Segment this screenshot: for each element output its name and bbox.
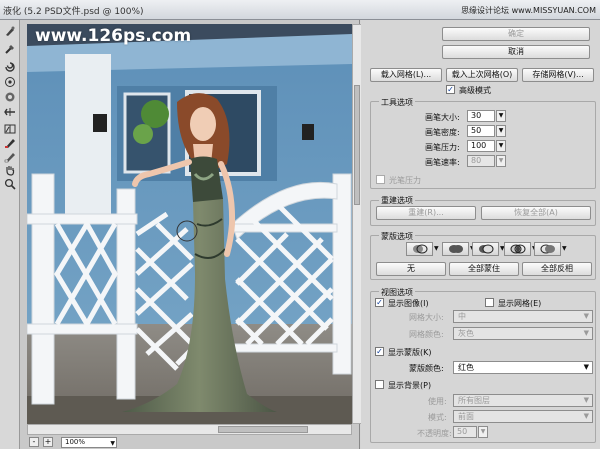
show-mesh-label: 显示网格(E) [498,299,542,308]
brush-density-label: 画笔密度: [425,128,460,137]
stylus-pressure-label: 光笔压力 [389,176,421,185]
brush-rate-dropdown[interactable]: ▼ [496,155,506,167]
brush-pressure-input[interactable]: 100 [467,140,495,152]
chevron-down-icon: ▼ [583,412,589,420]
mask-color-value: 红色 [458,363,474,372]
zoom-in-button[interactable]: + [43,437,53,447]
vertical-scroll-thumb[interactable] [354,85,360,205]
chevron-down-icon: ▼ [110,440,115,447]
show-backdrop-label: 显示背景(P) [388,381,432,390]
chevron-down-icon: ▼ [434,245,439,252]
zoom-level-select[interactable]: 100% ▼ [61,437,117,448]
mask-subtract-icon[interactable] [472,242,499,256]
show-image-label: 显示图像(I) [388,299,429,308]
save-mesh-button[interactable]: 存储网格(V)... [522,68,594,82]
chevron-down-icon: ▼ [562,245,567,252]
photo-watermark: www.126ps.com [35,26,192,46]
status-bar: - + 100% ▼ [27,437,362,449]
chevron-down-icon: ▼ [583,363,589,371]
brush-rate-input[interactable]: 80 [467,155,495,167]
show-mask-label: 显示蒙版(K) [388,348,432,357]
cancel-button[interactable]: 取消 [442,45,590,59]
mask-replace-icon[interactable] [406,242,433,256]
mask-color-label: 蒙版颜色: [409,364,444,373]
preview-image[interactable]: www.126ps.com [27,24,352,424]
mask-color-select[interactable]: 红色 ▼ [453,361,593,374]
advanced-mode-checkbox[interactable]: ✓ [446,85,455,94]
mesh-size-value: 中 [458,312,466,321]
show-mesh-checkbox[interactable] [485,298,494,307]
mesh-color-select[interactable]: 灰色 ▼ [453,327,593,340]
thaw-mask-icon[interactable] [3,150,17,164]
mask-none-button[interactable]: 无 [376,262,446,276]
hand-icon[interactable] [3,163,17,177]
mask-intersect-icon[interactable] [504,242,531,256]
brush-size-label: 画笔大小: [425,113,460,122]
brush-pressure-dropdown[interactable]: ▼ [496,140,506,152]
brush-density-dropdown[interactable]: ▼ [496,125,506,137]
chevron-down-icon: ▼ [583,312,589,320]
brush-rate-label: 画笔速率: [425,158,460,167]
options-panel: 确定 取消 载入网格(L)... 载入上次网格(O) 存储网格(V)... ✓ … [361,20,600,449]
mesh-color-label: 网格颜色: [409,330,444,339]
stylus-pressure-checkbox[interactable] [376,175,385,184]
mode-select[interactable]: 前面 ▼ [453,410,593,423]
warp-icon[interactable] [3,24,17,38]
window-titlebar: 液化 (5.2 PSD文件.psd @ 100%) 思缘设计论坛 www.MIS… [0,0,600,20]
tool-options-title: 工具选项 [379,97,415,108]
bloat-icon[interactable] [3,90,17,104]
mesh-color-value: 灰色 [458,329,474,338]
mask-invert-icon[interactable] [534,242,561,256]
freeze-mask-icon[interactable] [3,136,17,150]
horizontal-scroll-thumb[interactable] [218,426,308,433]
ok-button[interactable]: 确定 [442,27,590,41]
restore-all-button[interactable]: 恢复全部(A) [481,206,591,220]
opacity-label: 不透明度: [417,429,452,438]
mirror-icon[interactable] [3,122,17,136]
show-mask-checkbox[interactable]: ✓ [375,347,384,356]
advanced-mode-label: 高级模式 [459,86,491,95]
push-left-icon[interactable] [3,105,17,119]
brush-pressure-label: 画笔压力: [425,143,460,152]
window-title: 液化 (5.2 PSD文件.psd @ 100%) [3,7,144,17]
tool-bar [0,20,20,449]
zoom-out-button[interactable]: - [29,437,39,447]
show-image-checkbox[interactable]: ✓ [375,298,384,307]
mask-options-title: 蒙版选项 [379,231,415,242]
brush-size-dropdown[interactable]: ▼ [496,110,506,122]
chevron-down-icon: ▼ [583,329,589,337]
mesh-size-select[interactable]: 中 ▼ [453,310,593,323]
use-select[interactable]: 所有图层 ▼ [453,394,593,407]
mode-value: 前面 [458,412,474,421]
twirl-icon[interactable] [3,60,17,74]
watermark-text: 思缘设计论坛 www.MISSYUAN.COM [461,6,596,15]
mask-all-button[interactable]: 全部蒙住 [449,262,519,276]
pucker-icon[interactable] [3,75,17,89]
opacity-dropdown[interactable]: ▼ [478,426,488,438]
mesh-size-label: 网格大小: [409,313,444,322]
use-value: 所有图层 [458,396,490,405]
photo-illustration [27,24,352,424]
horizontal-scrollbar[interactable] [27,424,352,435]
preview-canvas-area: www.126ps.com - + 100% ▼ [20,20,362,449]
brush-density-input[interactable]: 50 [467,125,495,137]
view-options-title: 视图选项 [379,287,415,298]
show-backdrop-checkbox[interactable] [375,380,384,389]
reconstruct-icon[interactable] [3,42,17,56]
zoom-icon[interactable] [3,177,17,191]
mask-add-icon[interactable] [442,242,469,256]
brush-size-input[interactable]: 30 [467,110,495,122]
reconstruct-button[interactable]: 重建(R)... [376,206,476,220]
opacity-input[interactable]: 50 [453,426,477,438]
invert-all-button[interactable]: 全部反相 [522,262,592,276]
use-label: 使用: [428,397,447,406]
load-mesh-button[interactable]: 载入网格(L)... [370,68,442,82]
chevron-down-icon: ▼ [583,396,589,404]
zoom-level-value: 100% [65,438,86,446]
mode-label: 模式: [428,413,447,422]
load-last-mesh-button[interactable]: 载入上次网格(O) [446,68,518,82]
reconstruct-options-title: 重建选项 [379,195,415,206]
